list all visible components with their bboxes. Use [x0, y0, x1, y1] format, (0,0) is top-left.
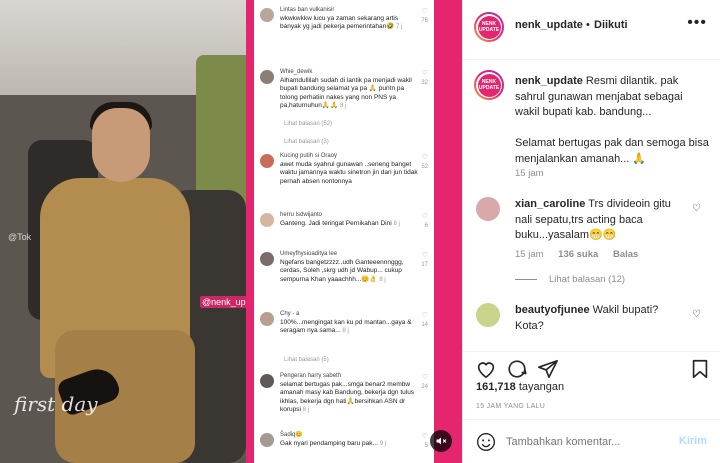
comment-text: wkwkwkkw lucu ya zaman sekarang artis ba… [280, 15, 403, 31]
avatar [260, 70, 274, 84]
comment-meta: 15 jam 136 suka Balas [515, 249, 650, 260]
story-ring[interactable]: NENK UPDATE [474, 70, 504, 100]
like-count: 24 [421, 384, 428, 390]
video-cursive-text: first day [14, 392, 98, 416]
avatar: NENK UPDATE [477, 15, 501, 39]
heart-icon: ♡ [421, 154, 428, 161]
comment-author: Whie_dewik [280, 69, 313, 75]
action-bar [463, 351, 720, 385]
view-replies: Lihat balasan (3) [284, 139, 329, 145]
comment-text: Ngefans bangetzzzz..udh Ganteeennnggg, c… [280, 259, 404, 283]
muted-speaker-icon [436, 437, 447, 445]
person-head [92, 108, 150, 182]
comment-author: herru lsdwijanto [280, 212, 323, 218]
comment-likes[interactable]: 136 suka [558, 249, 598, 260]
view-count[interactable]: 161,718 tayangan [476, 381, 564, 393]
caption-text: nenk_update Resmi dilantik. pak sahrul g… [515, 74, 710, 167]
comment-input[interactable] [506, 433, 666, 451]
comment-text: Ganteng. Jadi teringat Pernikahan Dini 8… [280, 220, 400, 227]
bookmark-icon[interactable] [689, 358, 711, 380]
post-header: NENK UPDATE nenk_update • Diikuti ••• [463, 0, 720, 60]
video-watermark: @nenk_update [200, 296, 246, 308]
post-date[interactable]: 15 JAM YANG LALU [476, 403, 545, 410]
emoji-icon[interactable] [476, 432, 496, 452]
mute-button[interactable] [430, 430, 452, 452]
comment-author: Chy - a [280, 311, 300, 317]
following-button[interactable]: Diikuti [594, 19, 628, 31]
comment-text: xian_caroline Trs divideoin gitu nali se… [515, 197, 690, 244]
like-count: 32 [421, 80, 428, 86]
divider [515, 278, 537, 280]
avatar [260, 374, 274, 388]
header-username[interactable]: nenk_update [515, 19, 583, 31]
heart-icon: ♡ [421, 213, 428, 220]
heart-icon: ♡ [421, 70, 428, 77]
post-media[interactable]: @Tok @nenk_update first day Lintas ban v… [0, 0, 462, 463]
heart-icon: ♡ [421, 433, 428, 440]
comment-screenshot: Lintas ban vulkanisir wkwkwkkw lucu ya z… [254, 0, 434, 463]
heart-icon: ♡ [421, 374, 428, 381]
avatar[interactable] [476, 303, 500, 327]
view-replies: Lihat balasan (5) [284, 357, 329, 363]
view-replies: Lihat balasan (52) [284, 121, 333, 127]
comment-composer: Kirim [463, 419, 720, 463]
avatar [260, 252, 274, 266]
avatar [260, 8, 274, 22]
like-count: 14 [421, 322, 428, 328]
avatar [260, 433, 274, 447]
reply-button[interactable]: Balas [613, 249, 638, 260]
heart-icon: ♡ [421, 8, 428, 15]
view-replies-button[interactable]: Lihat balasan (12) [515, 274, 625, 285]
more-options-button[interactable]: ••• [687, 14, 707, 32]
comment-text: 100%...mengingat kan ku pd mantan...gaya… [280, 319, 412, 335]
view-count-number: 161,718 [476, 381, 516, 393]
post-sidebar: NENK UPDATE nenk_update • Diikuti ••• NE… [462, 0, 720, 463]
video-tag: @Tok [8, 232, 32, 242]
send-button[interactable]: Kirim [679, 435, 707, 447]
heart-icon[interactable]: ♡ [692, 309, 701, 320]
video-frame[interactable]: @Tok @nenk_update first day [0, 0, 246, 463]
comment-author: Kucing putih si Oraoy [280, 153, 338, 159]
comment-author: Ŝaɗɨɋ😊 [280, 432, 303, 438]
story-ring[interactable]: NENK UPDATE [474, 12, 504, 42]
heart-icon[interactable]: ♡ [692, 203, 701, 214]
comment-text: Alhamdullilah sudah di lantik pa menjadi… [280, 77, 412, 109]
like-count: 17 [421, 262, 428, 268]
instagram-post-modal: @Tok @nenk_update first day Lintas ban v… [0, 0, 720, 463]
comment-author: Pengeran harry sabeth [280, 373, 342, 379]
like-count: 76 [421, 18, 428, 24]
separator-dot: • [586, 19, 590, 31]
comment-text: beautyofjunee Wakil bupati? Kota? [515, 303, 690, 334]
heart-icon: ♡ [421, 252, 428, 259]
avatar[interactable] [476, 197, 500, 221]
comments-area[interactable]: NENK UPDATE nenk_update Resmi dilantik. … [463, 61, 720, 351]
heart-icon[interactable] [475, 358, 497, 380]
comment-text: selamat bertugas pak...smga benar2 membw… [280, 381, 415, 413]
avatar: NENK UPDATE [477, 73, 501, 97]
comment-time[interactable]: 15 jam [515, 249, 544, 260]
caption-body-2: Selamat bertugas pak dan semoga bisa men… [515, 137, 709, 165]
caption-time[interactable]: 15 jam [515, 168, 544, 179]
comment-text: Gak nyari pendamping baru pak... 9 j [280, 440, 387, 447]
comment-username[interactable]: beautyofjunee [515, 304, 590, 316]
like-count: 5 [424, 443, 428, 449]
comment-author: Umeyfhysioaditya lee [280, 251, 338, 257]
share-icon[interactable] [537, 358, 559, 380]
heart-icon: ♡ [421, 312, 428, 319]
avatar [260, 312, 274, 326]
avatar [260, 213, 274, 227]
view-replies-label: Lihat balasan (12) [549, 274, 626, 285]
view-count-label: tayangan [518, 381, 565, 393]
like-count: 6 [424, 223, 428, 229]
comment-author: Lintas ban vulkanisir [280, 7, 335, 13]
caption-username[interactable]: nenk_update [515, 75, 583, 87]
comment-username[interactable]: xian_caroline [515, 198, 585, 210]
comment-text: awet muda syahrul gunawan ..seneng bange… [280, 161, 418, 185]
avatar [260, 154, 274, 168]
comment-icon[interactable] [506, 358, 528, 380]
like-count: 52 [421, 164, 428, 170]
